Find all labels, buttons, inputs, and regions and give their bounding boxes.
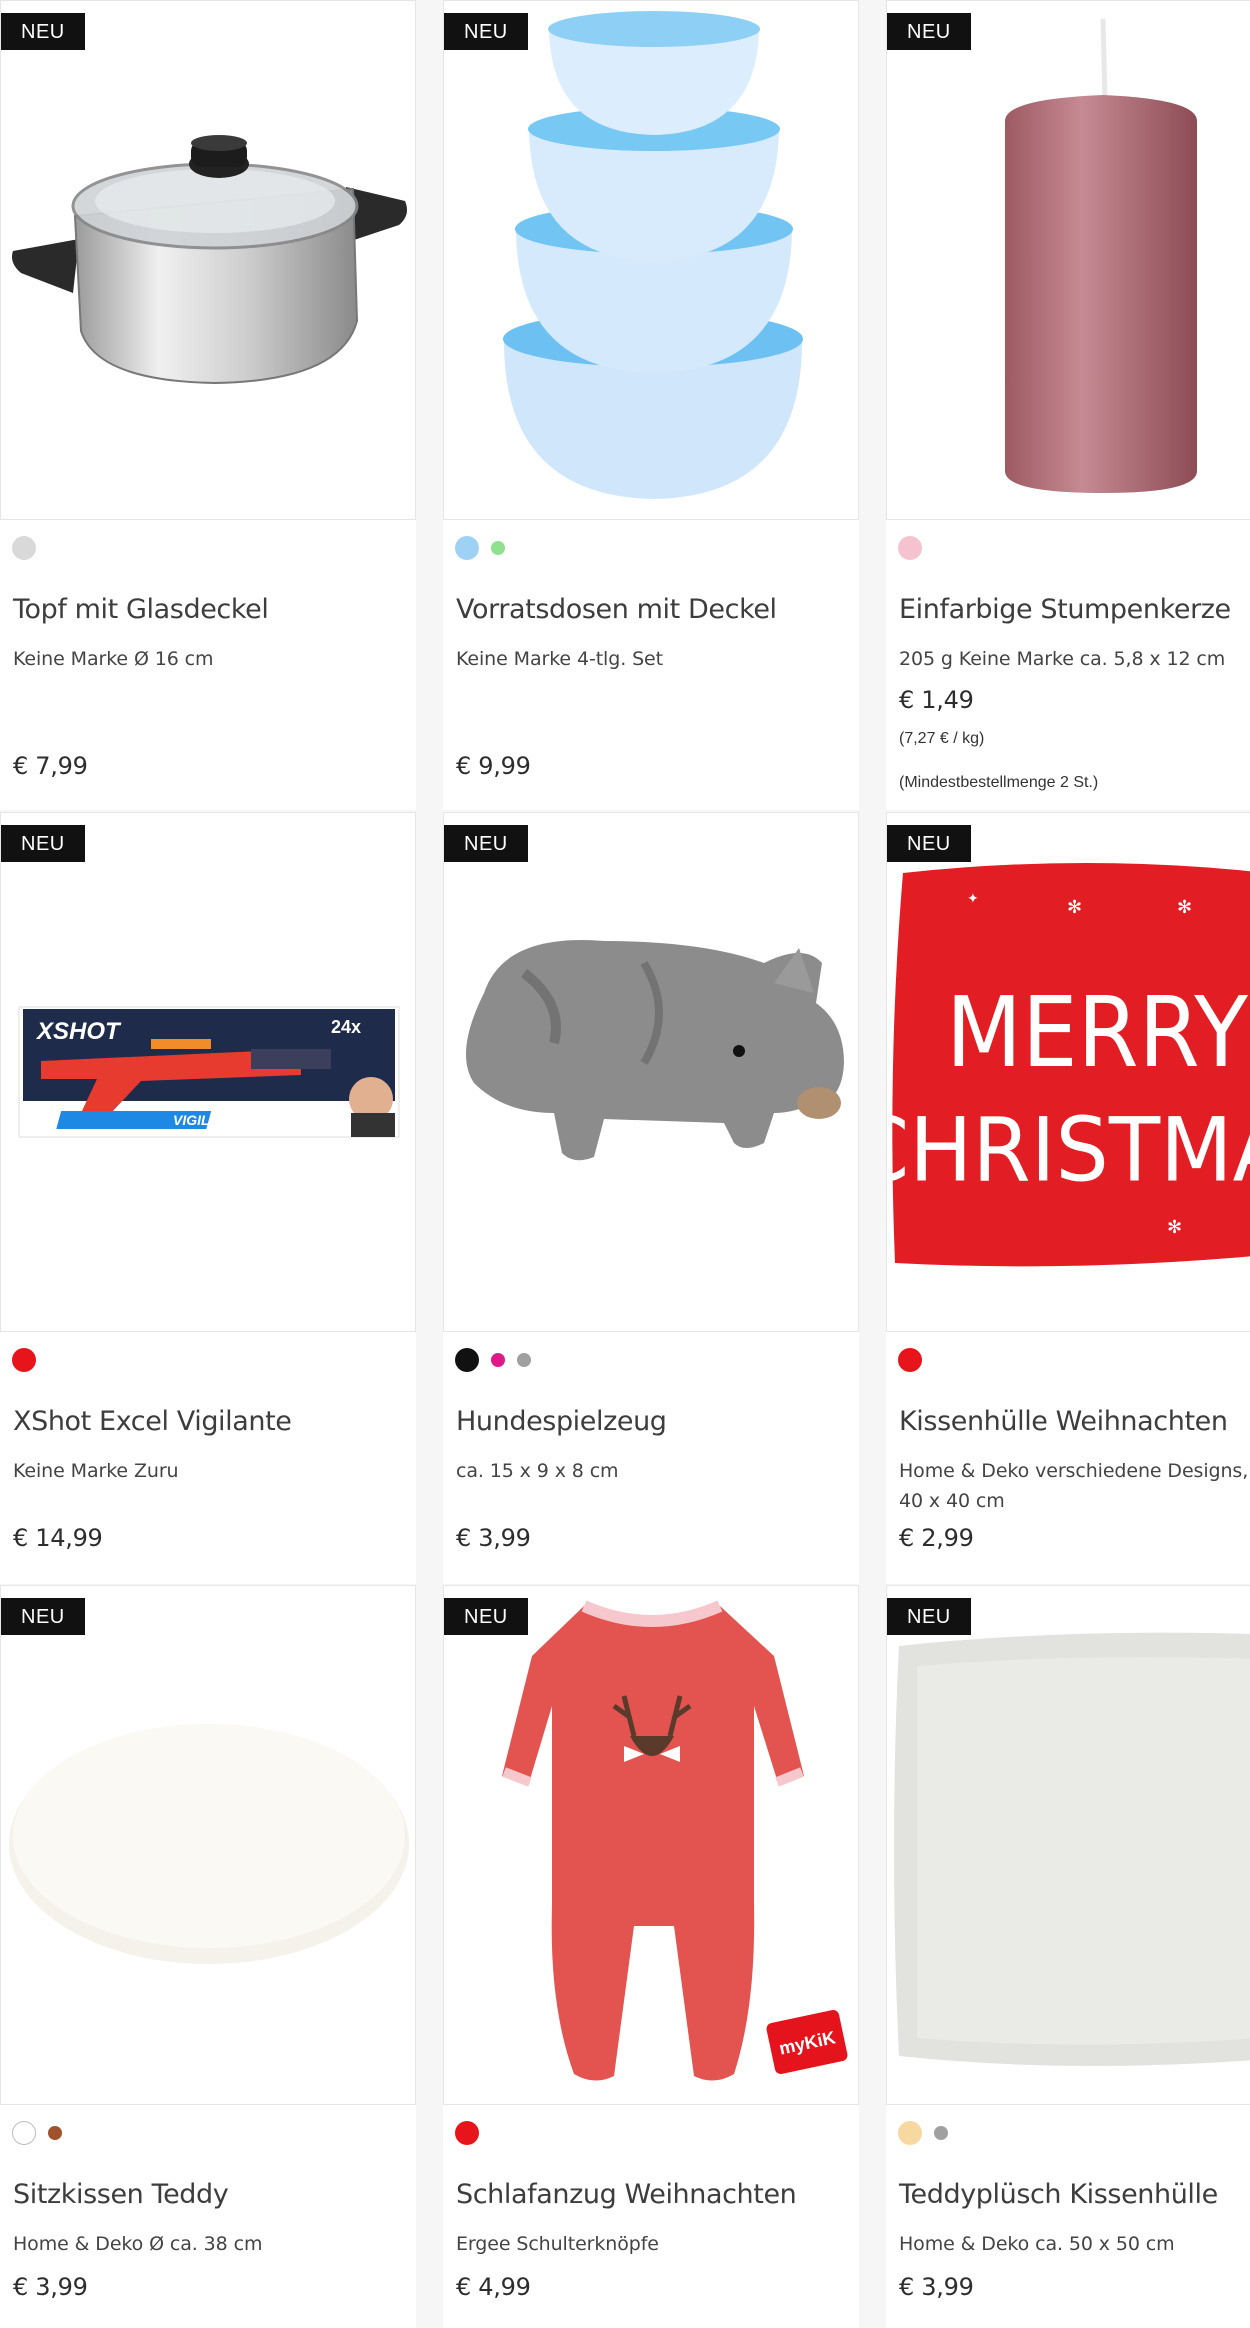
product-image[interactable]: NEU	[0, 1585, 416, 2105]
unit-price: (7,27 € / kg)	[899, 730, 985, 747]
product-price: € 1,49	[899, 686, 974, 714]
storage-bowls-icon	[503, 11, 803, 499]
product-image[interactable]: NEU	[0, 0, 416, 520]
product-card[interactable]: NEU Hundespielzeug ca. 15 x 9 x 8 cm € 3…	[443, 812, 859, 1584]
svg-text:✻: ✻	[1177, 897, 1192, 918]
color-swatch[interactable]	[491, 541, 505, 555]
color-swatches	[455, 2119, 479, 2147]
product-price: € 2,99	[899, 1524, 974, 1552]
product-title[interactable]: Hundespielzeug	[456, 1406, 667, 1437]
cooking-pot-icon	[12, 135, 407, 385]
product-image[interactable]: NEU MERRY CHRISTMAS ✻ ✻ ✦ ✻	[886, 812, 1250, 1332]
product-price: € 14,99	[13, 1524, 103, 1552]
christmas-pillow-icon: MERRY CHRISTMAS ✻ ✻ ✦ ✻	[887, 863, 1250, 1267]
product-price: € 7,99	[13, 752, 88, 780]
color-swatch[interactable]	[455, 536, 479, 560]
product-price: € 3,99	[456, 1524, 531, 1552]
color-swatch[interactable]	[491, 1353, 505, 1367]
product-card[interactable]: NEU Teddyplüsch Kissenhülle Home & Deko …	[886, 1585, 1250, 2328]
color-swatch[interactable]	[12, 2121, 36, 2145]
product-card[interactable]: NEU Sitzkissen Teddy Home & Deko Ø ca. 3…	[0, 1585, 416, 2328]
baby-pajama-icon: myKiK	[502, 1600, 848, 2081]
color-swatch[interactable]	[898, 2121, 922, 2145]
product-title[interactable]: Kissenhülle Weihnachten	[899, 1406, 1228, 1437]
new-badge: NEU	[1, 13, 85, 50]
product-title[interactable]: Teddyplüsch Kissenhülle	[899, 2179, 1218, 2210]
new-badge: NEU	[887, 13, 971, 50]
product-subtitle: Home & Deko Ø ca. 38 cm	[13, 2233, 263, 2255]
color-swatches	[12, 2119, 62, 2147]
product-grid: NEU Topf mit Glasdeckel Keine Marke Ø 16…	[0, 0, 1250, 2328]
color-swatches	[12, 1346, 36, 1374]
plush-pillow-icon	[894, 1632, 1250, 2066]
product-subtitle: 205 g Keine Marke ca. 5,8 x 12 cm	[899, 648, 1226, 670]
new-badge: NEU	[444, 825, 528, 862]
product-image[interactable]: NEU	[886, 1585, 1250, 2105]
product-subtitle: Home & Deko ca. 50 x 50 cm	[899, 2233, 1175, 2255]
product-subtitle: Keine Marke 4-tlg. Set	[456, 648, 663, 670]
product-title[interactable]: Sitzkissen Teddy	[13, 2179, 229, 2210]
product-title[interactable]: Topf mit Glasdeckel	[13, 594, 269, 625]
product-subtitle: Keine Marke Zuru	[13, 1460, 179, 1482]
product-card[interactable]: NEU Einfarbige Stumpenkerze 205 g Keine …	[886, 0, 1250, 810]
product-title[interactable]: Einfarbige Stumpenkerze	[899, 594, 1231, 625]
product-subtitle: ca. 15 x 9 x 8 cm	[456, 1460, 619, 1482]
product-image[interactable]: NEU	[443, 0, 859, 520]
product-card[interactable]: NEU MERRY CHRISTMAS ✻ ✻ ✦ ✻ Kissenhülle …	[886, 812, 1250, 1584]
new-badge: NEU	[444, 1598, 528, 1635]
color-swatches	[898, 2119, 948, 2147]
new-badge: NEU	[1, 825, 85, 862]
product-image[interactable]: NEU XSHOT 24x VIGILANTE	[0, 812, 416, 1332]
product-price: € 3,99	[899, 2273, 974, 2301]
color-swatches	[455, 1346, 531, 1374]
blaster-count-text: 24x	[331, 1017, 361, 1037]
product-image[interactable]: NEU	[443, 812, 859, 1332]
color-swatch[interactable]	[455, 2121, 479, 2145]
product-price: € 3,99	[13, 2273, 88, 2301]
product-subtitle: Keine Marke Ø 16 cm	[13, 648, 214, 670]
product-price: € 4,99	[456, 2273, 531, 2301]
min-order-note: (Mindestbestellmenge 2 St.)	[899, 774, 1099, 791]
product-image[interactable]: NEU myKiK	[443, 1585, 859, 2105]
color-swatch[interactable]	[48, 2126, 62, 2140]
color-swatch[interactable]	[12, 1348, 36, 1372]
pillow-line1-text: MERRY	[946, 976, 1248, 1089]
svg-text:✦: ✦	[967, 891, 979, 907]
color-swatch[interactable]	[898, 1348, 922, 1372]
product-image[interactable]: NEU	[886, 0, 1250, 520]
color-swatches	[898, 534, 922, 562]
seat-cushion-icon	[9, 1724, 409, 1964]
new-badge: NEU	[887, 825, 971, 862]
color-swatch[interactable]	[898, 536, 922, 560]
new-badge: NEU	[887, 1598, 971, 1635]
product-subtitle: Ergee Schulterknöpfe	[456, 2233, 659, 2255]
product-card[interactable]: NEU Topf mit Glasdeckel Keine Marke Ø 16…	[0, 0, 416, 810]
svg-text:✻: ✻	[1167, 1217, 1182, 1238]
color-swatch[interactable]	[517, 1353, 531, 1367]
pillow-line2-text: CHRISTMAS	[887, 1100, 1250, 1202]
product-card[interactable]: NEU XSHOT 24x VIGILANTE XShot Excel Vigi…	[0, 812, 416, 1584]
product-card[interactable]: NEU myKiK Schlafanzug Weihnachten Ergee …	[443, 1585, 859, 2328]
product-title[interactable]: Schlafanzug Weihnachten	[456, 2179, 797, 2210]
product-title[interactable]: XShot Excel Vigilante	[13, 1406, 292, 1437]
blaster-brand-text: XSHOT	[35, 1018, 122, 1045]
color-swatch[interactable]	[12, 536, 36, 560]
new-badge: NEU	[1, 1598, 85, 1635]
color-swatches	[12, 534, 36, 562]
color-swatch[interactable]	[934, 2126, 948, 2140]
svg-text:✻: ✻	[1067, 897, 1082, 918]
color-swatches	[455, 534, 505, 562]
product-card[interactable]: NEU Vorratsdosen mit Deckel Keine Marke …	[443, 0, 859, 810]
pig-toy-icon	[466, 940, 844, 1161]
product-price: € 9,99	[456, 752, 531, 780]
blaster-model-text: VIGILANTE	[173, 1112, 248, 1128]
new-badge: NEU	[444, 13, 528, 50]
color-swatch[interactable]	[455, 1348, 479, 1372]
color-swatches	[898, 1346, 922, 1374]
product-subtitle: Home & Deko verschiedene Designs, ca. 40…	[899, 1460, 1250, 1512]
pillar-candle-icon	[1005, 18, 1197, 493]
toy-blaster-box-icon: XSHOT 24x VIGILANTE	[18, 1006, 400, 1138]
product-title[interactable]: Vorratsdosen mit Deckel	[456, 594, 777, 625]
